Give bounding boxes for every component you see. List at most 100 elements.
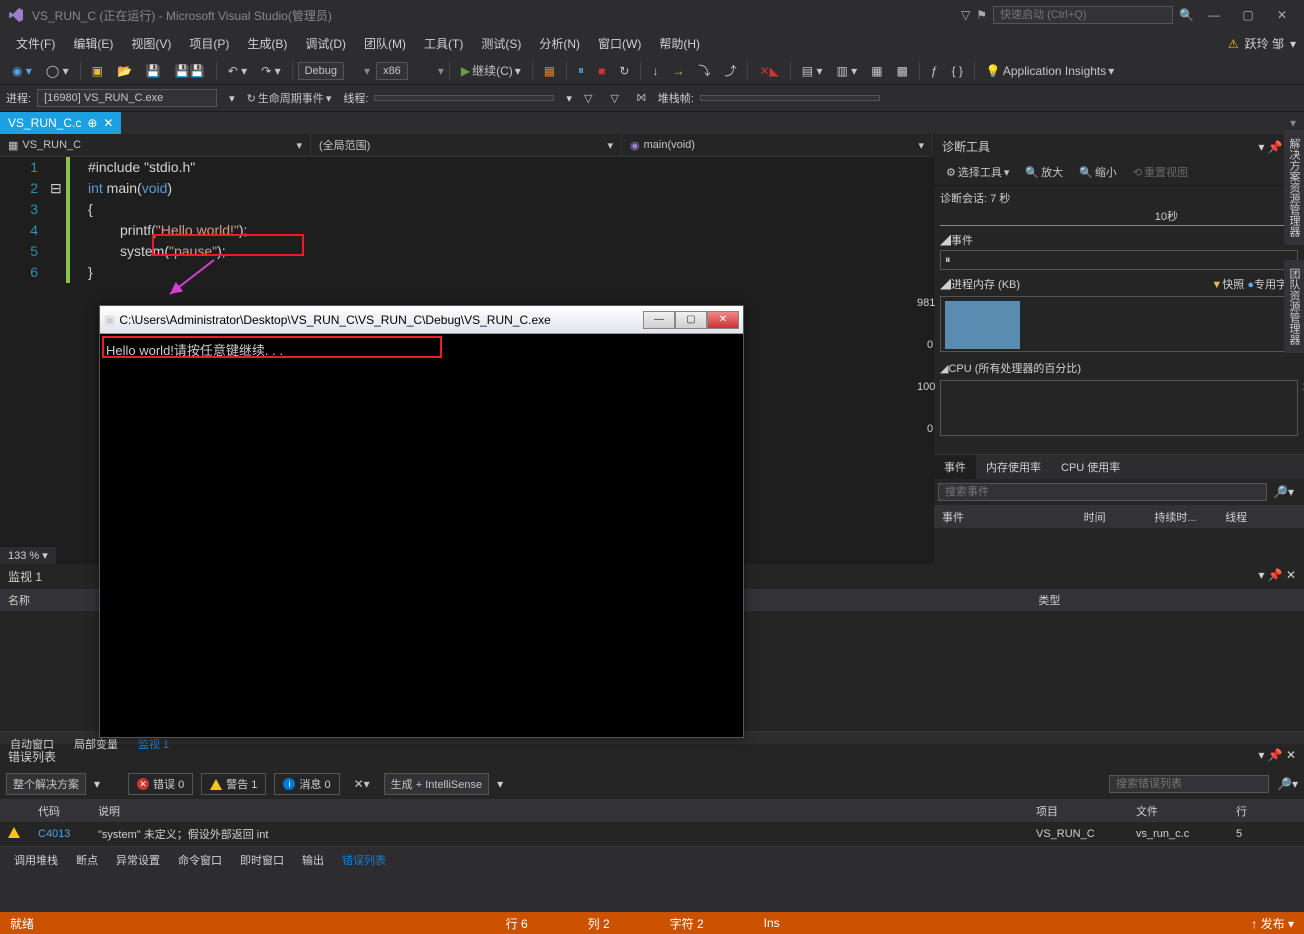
stack-btn2[interactable]: ▽	[604, 89, 624, 108]
diag-icon[interactable]: ▦	[538, 61, 561, 81]
error-row[interactable]: C4013 "system" 未定义；假设外部返回 int VS_RUN_C v…	[0, 822, 1304, 846]
config-combo[interactable]: Debug	[298, 62, 344, 80]
undo-button[interactable]: ↶ ▾	[222, 61, 253, 81]
layout-btn1[interactable]: ▤ ▾	[796, 61, 829, 81]
step-over-button[interactable]: ⤵	[692, 59, 716, 82]
tab-callstack[interactable]: 调用堆栈	[6, 849, 66, 871]
user-dropdown-icon[interactable]: ▾	[1290, 37, 1296, 51]
err-source-combo[interactable]: 生成 + IntelliSense	[384, 773, 489, 795]
messages-pill[interactable]: i 消息 0	[274, 773, 339, 795]
layout-btn2[interactable]: ▥ ▾	[830, 61, 863, 81]
err-filter-icon[interactable]: ✕▾	[348, 774, 376, 794]
publish-button[interactable]: ↑ 发布 ▾	[1251, 915, 1294, 932]
filter-icon[interactable]: ▽	[961, 8, 970, 22]
menu-file[interactable]: 文件(F)	[8, 32, 63, 55]
errors-pill[interactable]: ✕ 错误 0	[128, 773, 193, 795]
col-desc[interactable]: 说明	[98, 803, 1036, 819]
func-btn2[interactable]: { }	[946, 61, 969, 81]
menu-project[interactable]: 项目(P)	[181, 32, 237, 55]
console-minimize-button[interactable]: —	[643, 311, 675, 329]
menu-test[interactable]: 测试(S)	[473, 32, 529, 55]
namespace-scope[interactable]: (全局范围)▾	[311, 134, 622, 156]
tab-immediate[interactable]: 即时窗口	[232, 849, 292, 871]
fold-column[interactable]: ⊟	[50, 157, 66, 283]
event-search-input[interactable]	[938, 483, 1267, 501]
col-time[interactable]: 时间	[1084, 509, 1155, 525]
tab-errorlist[interactable]: 错误列表	[334, 849, 394, 871]
menu-tools[interactable]: 工具(T)	[416, 32, 471, 55]
tab-exceptions[interactable]: 异常设置	[108, 849, 168, 871]
reset-view-button[interactable]: ⟲ 重置视图	[1127, 161, 1194, 183]
project-scope[interactable]: ▦ VS_RUN_C▾	[0, 134, 311, 156]
col-code[interactable]: 代码	[38, 803, 98, 819]
stack-combo[interactable]	[700, 95, 880, 101]
tab-memory[interactable]: 内存使用率	[976, 455, 1051, 479]
tab-close-icon[interactable]: ✕	[103, 116, 113, 130]
warnings-pill[interactable]: 警告 1	[201, 773, 266, 795]
tab-cpu[interactable]: CPU 使用率	[1051, 455, 1130, 479]
quick-launch-input[interactable]	[993, 6, 1173, 24]
pause-button[interactable]: ⏸	[572, 60, 590, 81]
restart-button[interactable]: ↻	[613, 61, 635, 81]
menu-edit[interactable]: 编辑(E)	[65, 32, 121, 55]
col-line[interactable]: 行	[1236, 803, 1296, 819]
nav-fwd-button[interactable]: ◯ ▾	[40, 61, 75, 81]
tab-events[interactable]: 事件	[934, 455, 976, 479]
zoom-out-button[interactable]: 🔍 缩小	[1073, 161, 1123, 183]
open-button[interactable]: 📂	[111, 61, 138, 81]
menu-analyze[interactable]: 分析(N)	[531, 32, 588, 55]
err-search-icon[interactable]: 🔎▾	[1277, 777, 1298, 791]
console-window[interactable]: ▣ C:\Users\Administrator\Desktop\VS_RUN_…	[99, 305, 744, 738]
tab-breakpoints[interactable]: 断点	[68, 849, 106, 871]
new-button[interactable]: ▣	[86, 61, 109, 81]
zoom-level[interactable]: 133 % ▾	[0, 547, 56, 564]
memory-header[interactable]: 进程内存 (KB)	[951, 279, 1020, 291]
col-thread[interactable]: 线程	[1225, 509, 1296, 525]
thread-combo[interactable]	[374, 95, 554, 101]
cpu-header[interactable]: CPU (所有处理器的百分比)	[948, 363, 1081, 375]
step-out-button[interactable]: ⤴	[718, 59, 742, 82]
select-tool-button[interactable]: ⚙ 选择工具 ▾	[940, 161, 1015, 183]
err-scope-combo[interactable]: 整个解决方案	[6, 773, 86, 795]
save-all-button[interactable]: 💾💾	[169, 61, 211, 81]
col-duration[interactable]: 持续时...	[1154, 509, 1225, 525]
col-file[interactable]: 文件	[1136, 803, 1236, 819]
box-btn[interactable]: ▩	[891, 61, 914, 81]
show-next-button[interactable]: →	[666, 61, 690, 81]
grid-btn[interactable]: ▦	[865, 61, 888, 81]
close-button[interactable]: ✕	[1268, 5, 1296, 25]
filter-icon[interactable]: 🔎▾	[1267, 483, 1300, 501]
redo-button[interactable]: ↷ ▾	[255, 61, 286, 81]
maximize-button[interactable]: ▢	[1234, 5, 1262, 25]
tab-command[interactable]: 命令窗口	[170, 849, 230, 871]
err-search-input[interactable]	[1109, 775, 1269, 793]
menu-window[interactable]: 窗口(W)	[590, 32, 649, 55]
lifecycle-button[interactable]: ↻ 生命周期事件 ▾	[241, 87, 338, 109]
flag-icon[interactable]: ⚑	[976, 8, 987, 22]
function-scope[interactable]: ◉ main(void)▾	[622, 134, 933, 156]
tab-vs-run-c[interactable]: VS_RUN_C.c ⊕ ✕	[0, 112, 121, 134]
menu-debug[interactable]: 调试(D)	[297, 32, 354, 55]
zoom-in-button[interactable]: 🔍 放大	[1019, 161, 1069, 183]
save-button[interactable]: 💾	[140, 61, 167, 81]
col-project[interactable]: 项目	[1036, 803, 1136, 819]
insights-button[interactable]: 💡 Application Insights ▾	[980, 61, 1120, 81]
minimize-button[interactable]: —	[1200, 5, 1228, 25]
search-icon[interactable]: 🔍	[1179, 8, 1194, 22]
stop-button[interactable]: ■	[592, 61, 611, 81]
side-tab-solution[interactable]: 解决方案资源管理器	[1284, 130, 1304, 245]
console-body[interactable]: Hello world!请按任意键继续. . . _	[100, 334, 743, 737]
continue-button[interactable]: ▶ 继续(C) ▾	[455, 59, 527, 82]
platform-combo[interactable]: x86	[376, 62, 408, 80]
col-type[interactable]: 类型	[1038, 592, 1296, 608]
stack-btn3[interactable]: ⨝	[631, 89, 652, 108]
stack-btn1[interactable]: ▽	[578, 89, 598, 108]
func-btn1[interactable]: ƒ	[925, 61, 944, 81]
process-combo[interactable]: [16980] VS_RUN_C.exe	[37, 89, 217, 107]
side-tab-team[interactable]: 团队资源管理器	[1284, 260, 1304, 353]
col-event[interactable]: 事件	[942, 509, 1084, 525]
console-maximize-button[interactable]: ▢	[675, 311, 707, 329]
debug-x-button[interactable]: ✕◣	[753, 61, 784, 81]
menu-help[interactable]: 帮助(H)	[651, 32, 708, 55]
menu-view[interactable]: 视图(V)	[123, 32, 179, 55]
